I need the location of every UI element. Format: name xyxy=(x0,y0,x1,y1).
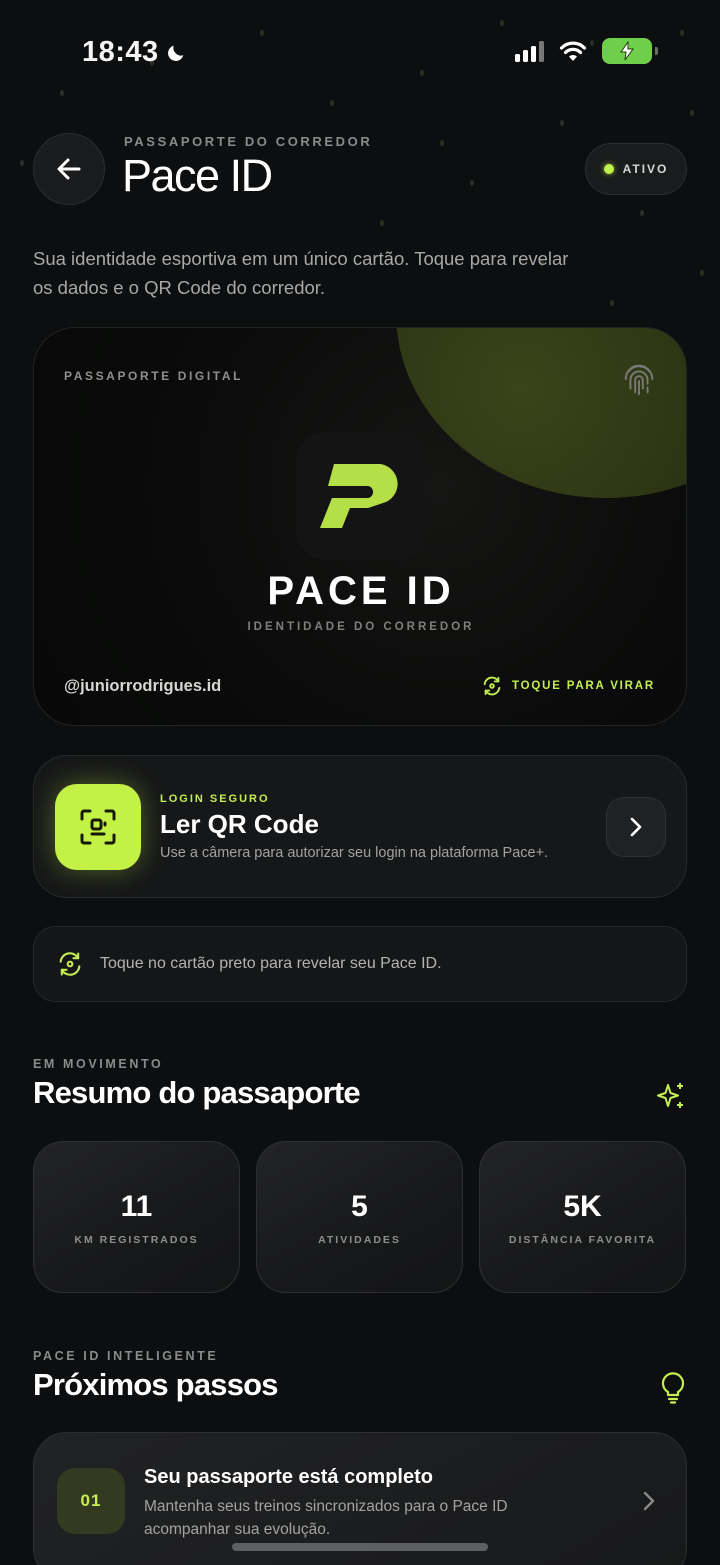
reveal-hint-bar: Toque no cartão preto para revelar seu P… xyxy=(33,926,687,1002)
flip-hint-label: TOQUE PARA VIRAR xyxy=(512,680,655,692)
qr-login-card[interactable]: LOGIN SEGURO Ler QR Code Use a câmera pa… xyxy=(33,755,687,898)
chevron-right-icon xyxy=(643,1491,655,1511)
summary-eyebrow: EM MOVIMENTO xyxy=(33,1057,164,1071)
next-steps-title: Próximos passos xyxy=(33,1367,279,1402)
reveal-hint-text: Toque no cartão preto para revelar seu P… xyxy=(100,955,442,972)
stat-value: 11 xyxy=(120,1190,153,1223)
moon-icon xyxy=(167,45,184,61)
qr-title: Ler QR Code xyxy=(160,809,319,839)
card-handle: @juniorrodrigues.id xyxy=(64,677,222,695)
card-subtitle: IDENTIDADE DO CORREDOR xyxy=(247,621,475,633)
step-title: Seu passaporte está completo xyxy=(144,1466,433,1488)
card-glow xyxy=(396,328,686,498)
qr-open-button[interactable] xyxy=(606,797,666,857)
step-description: Mantenha seus treinos sincronizados para… xyxy=(144,1498,508,1538)
back-button[interactable] xyxy=(33,133,105,205)
status-bar: 18:43 xyxy=(0,0,720,100)
status-time: 18:43 xyxy=(82,36,187,69)
home-indicator[interactable] xyxy=(232,1543,488,1551)
card-title: PACE ID xyxy=(267,569,455,613)
rotate-icon xyxy=(59,952,81,976)
status-badge: ATIVO xyxy=(585,143,687,195)
flip-card-hint[interactable]: TOQUE PARA VIRAR xyxy=(481,675,655,697)
stats-row: 11 KM REGISTRADOS 5 ATIVIDADES 5K DISTÂN… xyxy=(33,1141,687,1293)
intro-text: Sua identidade esportiva em um único car… xyxy=(33,248,569,298)
status-dot xyxy=(603,164,614,174)
stat-card-activities: 5 ATIVIDADES xyxy=(256,1141,463,1293)
battery-icon xyxy=(602,38,658,64)
lightbulb-icon xyxy=(661,1372,685,1404)
page-title: Pace ID xyxy=(122,150,273,201)
stat-value: 5 xyxy=(351,1190,368,1223)
summary-title: Resumo do passaporte xyxy=(33,1075,361,1110)
qr-scan-icon xyxy=(80,809,116,845)
chevron-right-icon xyxy=(630,817,642,837)
stat-card-favorite-distance: 5K DISTÂNCIA FAVORITA xyxy=(479,1141,686,1293)
stat-label: DISTÂNCIA FAVORITA xyxy=(508,1234,657,1246)
pace-id-card[interactable]: PASSAPORTE DIGITAL PACE ID IDENTIDADE DO… xyxy=(33,327,687,726)
header-eyebrow: PASSAPORTE DO CORREDOR xyxy=(124,134,373,149)
stat-label: ATIVIDADES xyxy=(318,1234,401,1246)
fingerprint-icon xyxy=(624,364,654,396)
stat-value: 5K xyxy=(563,1190,602,1223)
stat-card-km: 11 KM REGISTRADOS xyxy=(33,1141,240,1293)
back-arrow-icon xyxy=(57,158,81,180)
step-number-badge: 01 xyxy=(57,1468,125,1534)
stat-label: KM REGISTRADOS xyxy=(74,1234,199,1246)
rotate-icon xyxy=(483,676,501,696)
qr-eyebrow: LOGIN SEGURO xyxy=(160,793,270,805)
qr-icon-tile xyxy=(55,784,141,870)
status-badge-label: ATIVO xyxy=(622,162,669,176)
wifi-icon xyxy=(559,41,587,61)
card-eyebrow: PASSAPORTE DIGITAL xyxy=(64,369,244,383)
pace-logo xyxy=(296,432,426,560)
signal-icon xyxy=(515,40,544,62)
next-steps-eyebrow: PACE ID INTELIGENTE xyxy=(33,1349,219,1363)
qr-description: Use a câmera para autorizar seu login na… xyxy=(160,845,549,861)
sparkle-icon xyxy=(657,1083,683,1108)
